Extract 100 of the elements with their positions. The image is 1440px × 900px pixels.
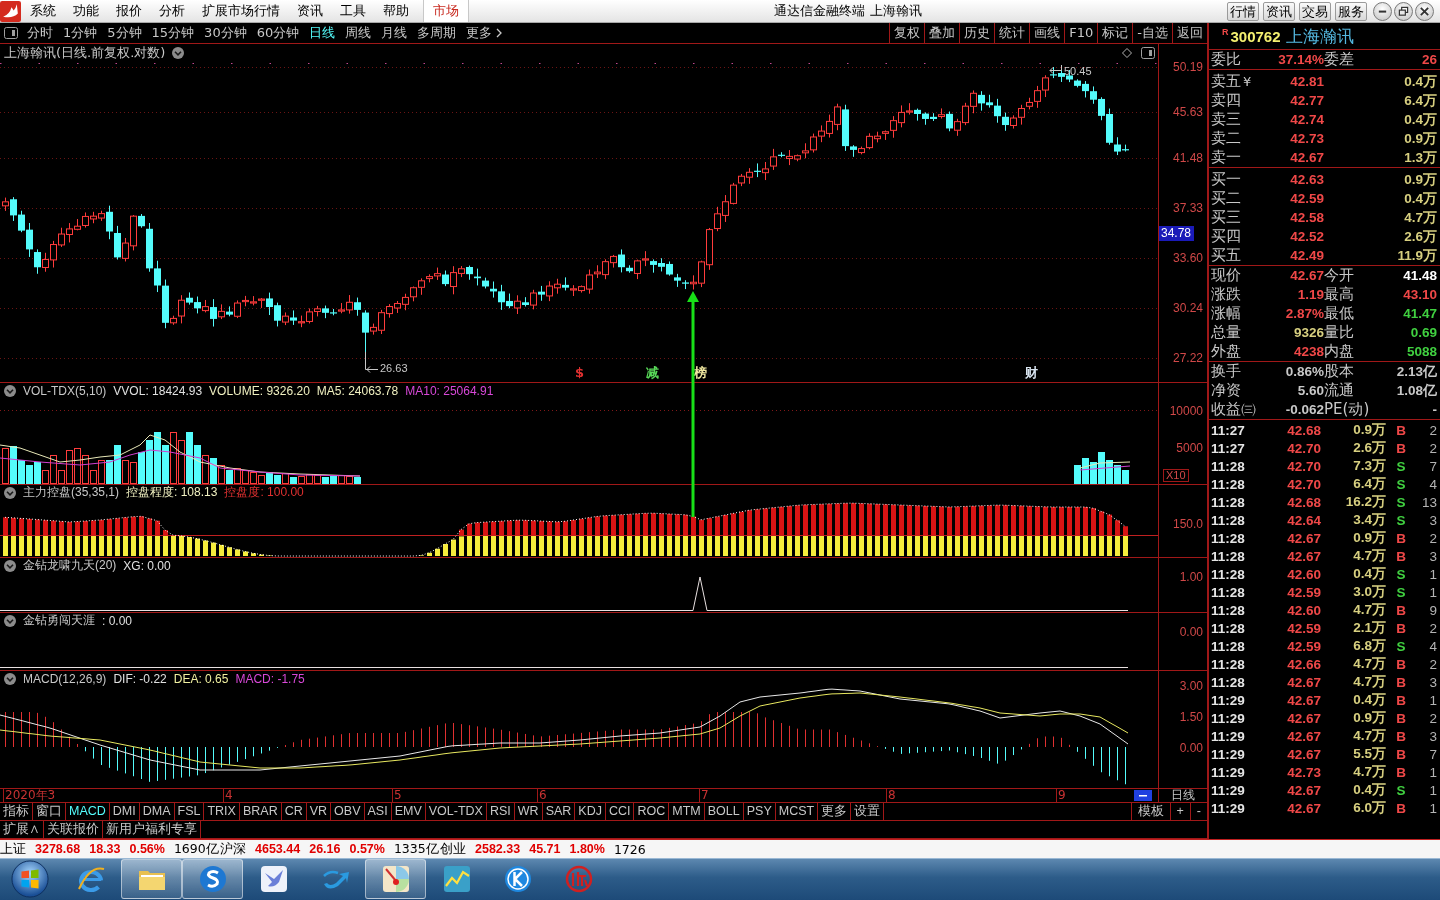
- panel-toggle-icon[interactable]: [4, 27, 18, 39]
- tool-button[interactable]: 画线: [1029, 23, 1065, 43]
- trade-count: 2: [1428, 530, 1437, 546]
- indicator-tab[interactable]: PSY: [743, 803, 776, 820]
- ask-volume: 0.9万: [1403, 129, 1437, 148]
- indicator-tab[interactable]: VR: [306, 803, 332, 820]
- tool-button[interactable]: 历史: [959, 23, 995, 43]
- high-price-label: 50.45: [1064, 64, 1092, 77]
- stat-value: 0.69: [1409, 325, 1437, 340]
- period-tab[interactable]: 60分钟: [251, 23, 305, 43]
- more-button[interactable]: 更多: [461, 23, 508, 43]
- indicator-tab[interactable]: BOLL: [704, 803, 744, 820]
- plus-button[interactable]: +: [1169, 803, 1190, 820]
- indicator-tab[interactable]: SAR: [542, 803, 576, 820]
- trade-side: B: [1395, 710, 1407, 726]
- taskbar-button[interactable]: [182, 859, 243, 899]
- dropdown-icon[interactable]: [4, 672, 16, 685]
- stat-value: 9326: [1292, 325, 1324, 340]
- tool-button[interactable]: 标记: [1097, 23, 1133, 43]
- trade-volume: 2.6万: [1352, 439, 1386, 457]
- indicator-tab[interactable]: 窗口: [33, 803, 66, 820]
- period-tab[interactable]: 15分钟: [146, 23, 200, 43]
- trade-side: S: [1395, 638, 1407, 654]
- dropdown-icon[interactable]: [4, 614, 16, 627]
- period-tab[interactable]: 30分钟: [199, 23, 252, 43]
- menu-item[interactable]: 资讯: [288, 0, 331, 22]
- link-tab[interactable]: 扩展∧: [0, 821, 44, 838]
- indicator-tab[interactable]: CCI: [605, 803, 635, 820]
- indicator-tab[interactable]: DMA: [139, 803, 175, 820]
- date-label: 4: [223, 789, 233, 802]
- tool-button[interactable]: -自选: [1132, 23, 1172, 43]
- trade-time: 11:28: [1211, 674, 1246, 690]
- tool-button[interactable]: 叠加: [924, 23, 960, 43]
- date-label: 2020年3: [3, 789, 56, 802]
- indicator-tab[interactable]: MCST: [775, 803, 819, 820]
- indicator-tab[interactable]: 指标: [0, 803, 33, 820]
- tool-button[interactable]: 统计: [994, 23, 1030, 43]
- axis-label: 0.00: [1179, 625, 1203, 639]
- taskbar-button[interactable]: [365, 859, 426, 899]
- range-handle[interactable]: [1134, 790, 1152, 801]
- indicator-tab[interactable]: FSL: [174, 803, 205, 820]
- stat-value: 5088: [1405, 344, 1437, 359]
- index-name: 上证: [0, 840, 26, 858]
- period-tab[interactable]: 多周期: [412, 23, 462, 43]
- tool-button[interactable]: F10: [1064, 23, 1098, 43]
- indicator-tab[interactable]: BRAR: [239, 803, 282, 820]
- indicator-tab[interactable]: MTM: [669, 803, 705, 820]
- dropdown-icon[interactable]: [4, 384, 16, 397]
- menu-item[interactable]: 工具: [331, 0, 374, 22]
- indicator-tab[interactable]: EMV: [391, 803, 426, 820]
- index-amount: 1726: [613, 841, 646, 857]
- ask-volume: 0.4万: [1403, 72, 1437, 91]
- period-tab[interactable]: 5分钟: [102, 23, 147, 43]
- indicator-tab[interactable]: DMI: [109, 803, 140, 820]
- indicator-tab[interactable]: 更多: [818, 803, 852, 820]
- trade-price: 42.70: [1286, 440, 1321, 456]
- period-tab[interactable]: 周线: [340, 23, 377, 43]
- link-tab[interactable]: 关联报价: [44, 821, 103, 838]
- axis-label: 50.19: [1172, 60, 1203, 74]
- index-name: 沪深: [220, 840, 246, 858]
- period-tab[interactable]: 日线: [304, 23, 341, 43]
- menu-item[interactable]: 报价: [107, 0, 150, 22]
- dropdown-icon[interactable]: [172, 47, 185, 59]
- indicator-tab[interactable]: RSI: [486, 803, 515, 820]
- date-label: 9: [1056, 789, 1066, 802]
- template-button[interactable]: 模板: [1130, 803, 1170, 820]
- tool-button[interactable]: 复权: [889, 23, 925, 43]
- indicator-tab[interactable]: KDJ: [575, 803, 606, 820]
- period-tab[interactable]: 分时: [22, 23, 58, 43]
- axis-label: 0.00: [1179, 741, 1203, 755]
- trade-side: S: [1395, 494, 1407, 510]
- trade-side: B: [1395, 422, 1407, 438]
- menu-item[interactable]: 分析: [150, 0, 193, 22]
- axis-label: 30.24: [1172, 300, 1203, 315]
- bid-price: 42.58: [1289, 210, 1324, 225]
- indicator-tab[interactable]: ROC: [634, 803, 670, 820]
- indicator-tab[interactable]: TRIX: [204, 803, 240, 820]
- indicator-tab[interactable]: 设置: [851, 803, 885, 820]
- indicator-tab[interactable]: OBV: [331, 803, 365, 820]
- app-logo-icon[interactable]: [0, 0, 21, 22]
- indicator-value: : 0.00: [102, 613, 133, 628]
- period-tab[interactable]: 1分钟: [58, 23, 103, 43]
- menu-item[interactable]: 扩展市场行情: [193, 0, 288, 22]
- period-tab[interactable]: 月线: [376, 23, 413, 43]
- indicator-tab[interactable]: WR: [514, 803, 543, 820]
- indicator-tab[interactable]: MACD: [66, 803, 110, 820]
- window-toggle-icon[interactable]: [1141, 47, 1155, 59]
- menu-item[interactable]: 功能: [64, 0, 107, 22]
- indicator-tab[interactable]: VOL-TDX: [425, 803, 487, 820]
- indicator-tab[interactable]: ASI: [364, 803, 392, 820]
- indicator-tab[interactable]: CR: [281, 803, 307, 820]
- taskbar-button[interactable]: [121, 859, 182, 899]
- market-tab[interactable]: 市场: [423, 0, 469, 22]
- menu-item[interactable]: 帮助: [374, 0, 417, 22]
- diamond-icon[interactable]: [1122, 48, 1132, 58]
- bid-label: 买四: [1211, 227, 1241, 246]
- menu-item[interactable]: 系统: [21, 0, 64, 22]
- dropdown-icon[interactable]: [4, 559, 16, 572]
- dropdown-icon[interactable]: [4, 486, 16, 499]
- link-tab[interactable]: 新用户福利专享: [103, 821, 201, 838]
